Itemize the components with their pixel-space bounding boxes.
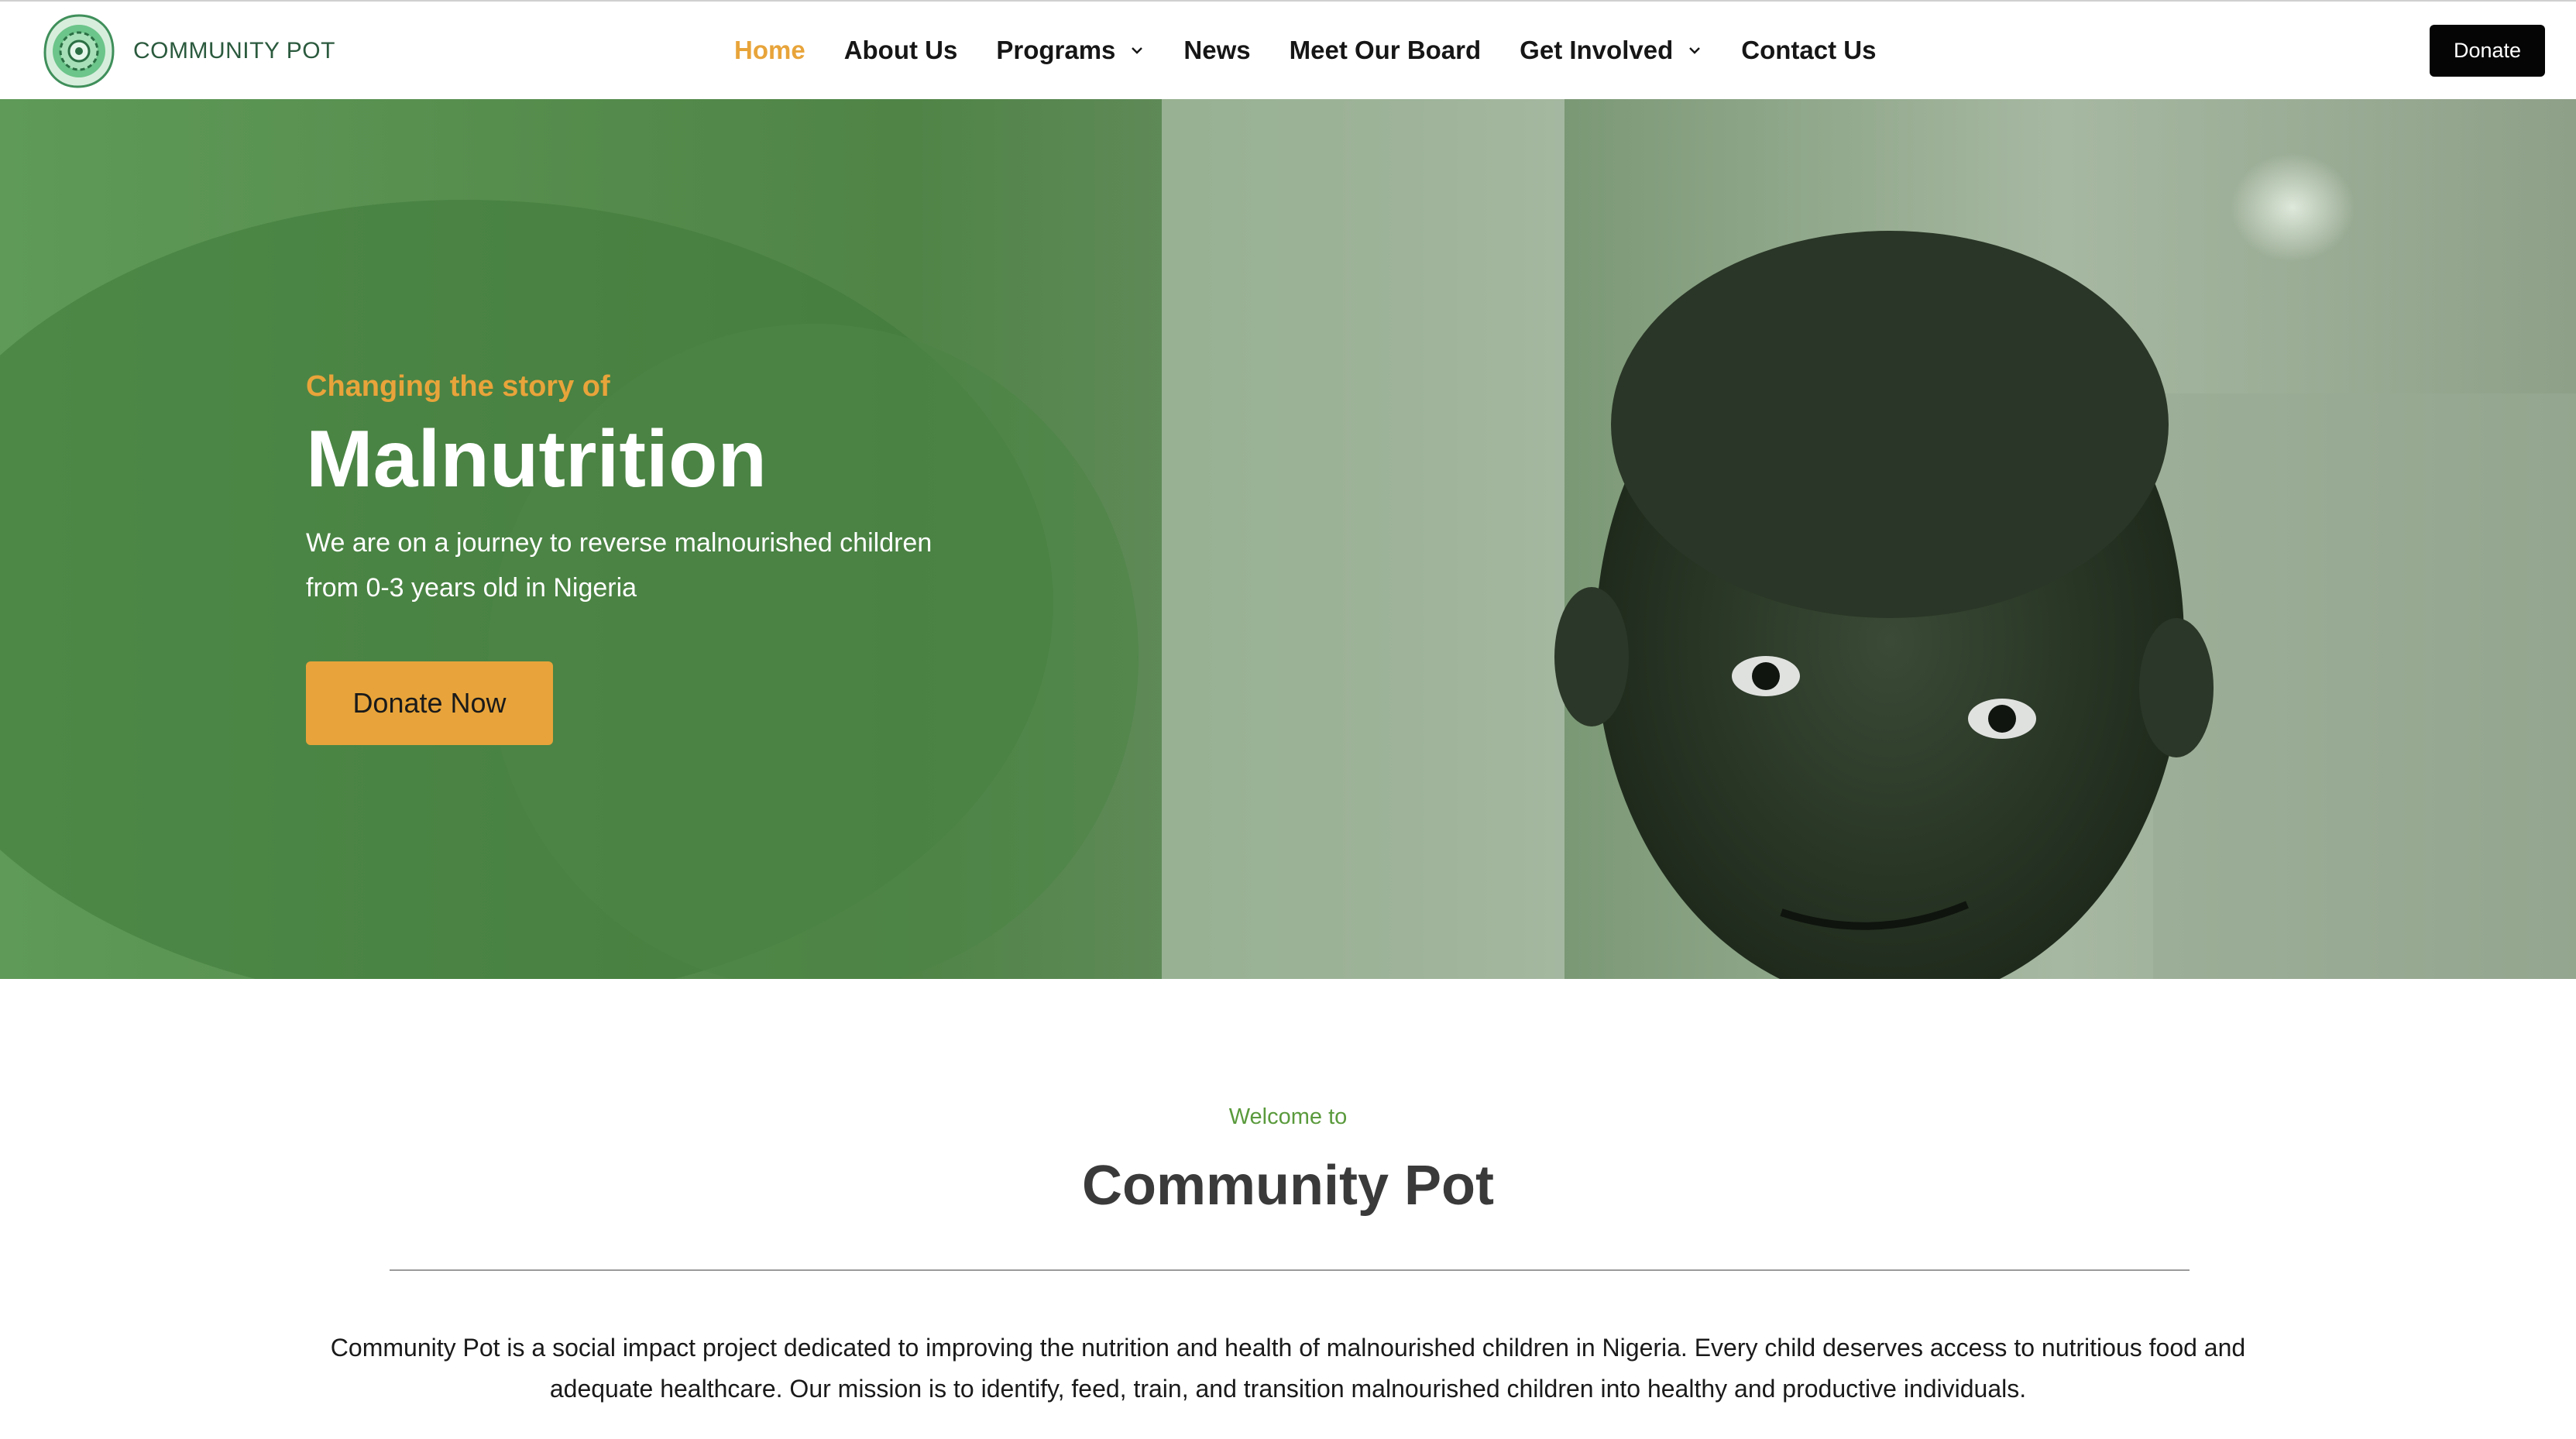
logo-text: COMMUNITY POT <box>133 38 335 64</box>
nav-news[interactable]: News <box>1183 36 1250 65</box>
nav-programs-label: Programs <box>996 36 1116 64</box>
nav-home-label: Home <box>734 36 805 64</box>
header-donate-button[interactable]: Donate <box>2430 25 2545 77</box>
nav-meet-our-board-label: Meet Our Board <box>1289 36 1482 64</box>
community-pot-logo-icon <box>43 14 115 88</box>
welcome-title: Community Pot <box>1082 1155 1494 1217</box>
hero-description: We are on a journey to reverse malnouris… <box>306 528 933 603</box>
divider <box>390 1269 2190 1271</box>
nav-contact-us-label: Contact Us <box>1741 36 1877 64</box>
site-header: COMMUNITY POT Home About Us Programs New… <box>0 2 2576 99</box>
nav-home[interactable]: Home <box>734 36 805 65</box>
nav-meet-our-board[interactable]: Meet Our Board <box>1290 36 1482 65</box>
hero-kicker: Changing the story of <box>306 370 610 403</box>
nav-get-involved[interactable]: Get Involved <box>1520 36 1702 65</box>
hero-section: Changing the story of Malnutrition We ar… <box>0 99 2576 979</box>
nav-programs[interactable]: Programs <box>996 36 1145 65</box>
hero-content: Changing the story of Malnutrition We ar… <box>306 370 1080 746</box>
hero-title: Malnutrition <box>306 414 768 504</box>
welcome-section: Welcome to Community Pot Community Pot i… <box>0 979 2576 1439</box>
main-nav: Home About Us Programs News Meet Our Boa… <box>734 2 1876 99</box>
nav-about-us-label: About Us <box>843 36 958 64</box>
site-logo[interactable]: COMMUNITY POT <box>42 12 335 90</box>
donate-now-button[interactable]: Donate Now <box>306 661 553 746</box>
chevron-down-icon <box>1132 47 1143 54</box>
nav-get-involved-label: Get Involved <box>1520 36 1674 64</box>
welcome-kicker: Welcome to <box>1228 1104 1348 1129</box>
nav-about-us[interactable]: About Us <box>844 36 958 65</box>
chevron-down-icon <box>1689 47 1701 54</box>
nav-contact-us[interactable]: Contact Us <box>1741 36 1876 65</box>
nav-news-label: News <box>1183 36 1251 64</box>
welcome-body: Community Pot is a social impact project… <box>330 1334 2246 1403</box>
